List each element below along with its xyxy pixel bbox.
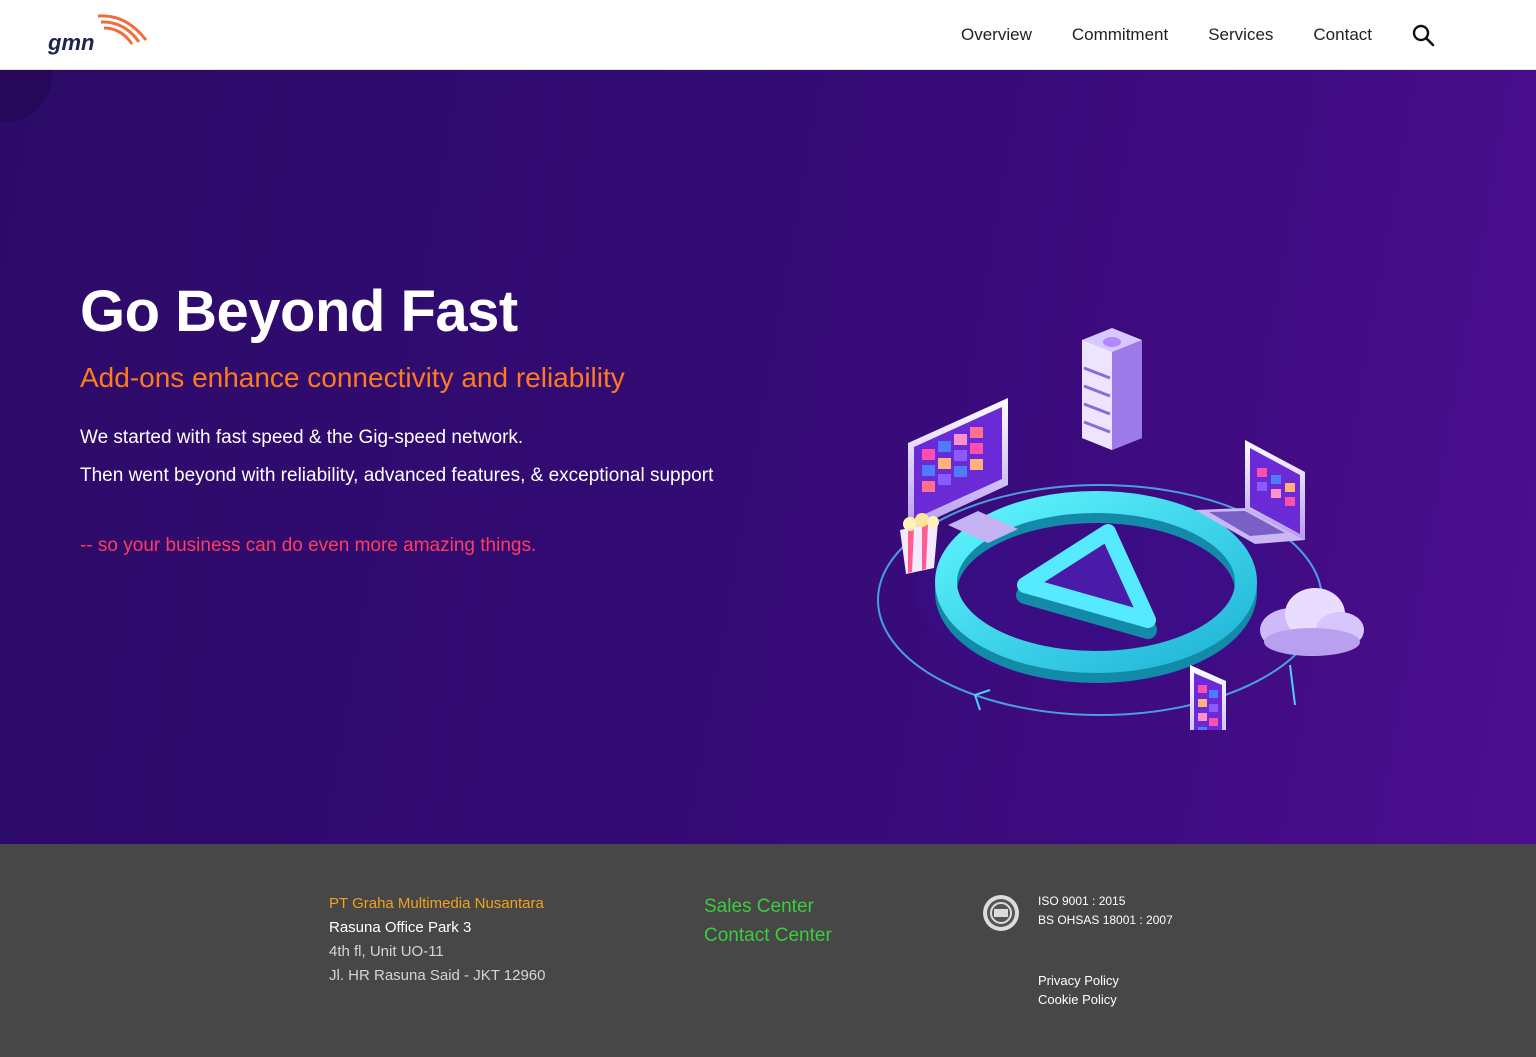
- nav-overview[interactable]: Overview: [961, 25, 1032, 45]
- logo-text: gmn: [47, 30, 94, 55]
- privacy-policy-link[interactable]: Privacy Policy: [1038, 973, 1119, 988]
- certification-badge-icon: [979, 893, 1023, 933]
- ohsas-certification: BS OHSAS 18001 : 2007: [1038, 913, 1173, 927]
- iso-certification: ISO 9001 : 2015: [1038, 894, 1126, 908]
- nav-contact[interactable]: Contact: [1313, 25, 1372, 45]
- cookie-policy-link[interactable]: Cookie Policy: [1038, 992, 1117, 1007]
- isometric-network-illustration: [860, 310, 1380, 775]
- nav-commitment[interactable]: Commitment: [1072, 25, 1168, 45]
- address-line-2: 4th fl, Unit UO-11: [329, 943, 444, 960]
- hero-text-1: We started with fast speed & the Gig-spe…: [80, 427, 524, 448]
- company-name: PT Graha Multimedia Nusantara: [329, 895, 544, 912]
- site-footer: PT Graha Multimedia Nusantara Rasuna Off…: [0, 844, 1536, 1057]
- main-nav: Overview Commitment Services Contact: [921, 0, 1436, 70]
- address-line-3: Jl. HR Rasuna Said - JKT 12960: [329, 967, 546, 984]
- decorative-blob: [0, 70, 52, 122]
- hero-tagline: -- so your business can do even more ama…: [80, 535, 537, 556]
- sales-center-link[interactable]: Sales Center: [704, 896, 814, 918]
- hero-section: Go Beyond Fast Add-ons enhance connectiv…: [0, 70, 1536, 844]
- site-header: gmn Overview Commitment Services Contact: [0, 0, 1536, 70]
- hero-text-2: Then went beyond with reliability, advan…: [80, 465, 714, 486]
- contact-center-link[interactable]: Contact Center: [704, 925, 832, 947]
- gmn-logo[interactable]: gmn: [46, 12, 156, 56]
- search-icon[interactable]: [1410, 22, 1436, 48]
- nav-services[interactable]: Services: [1208, 25, 1273, 45]
- address-line-1: Rasuna Office Park 3: [329, 919, 472, 936]
- hero-title: Go Beyond Fast: [80, 279, 518, 344]
- hero-subtitle: Add-ons enhance connectivity and reliabi…: [80, 362, 625, 393]
